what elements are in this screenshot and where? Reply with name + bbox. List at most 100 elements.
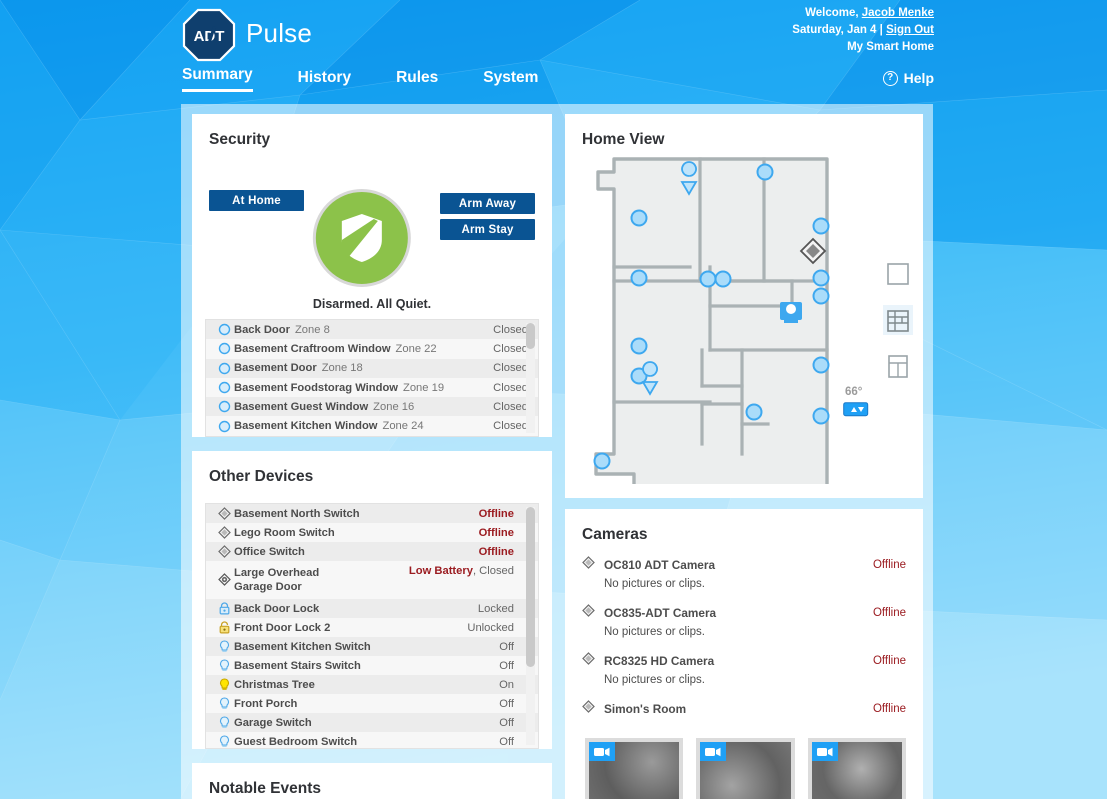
camera-header: Simon's Room Offline — [582, 700, 906, 718]
brand: ADT Pulse — [182, 8, 312, 62]
device-row[interactable]: Front Door Lock 2Unlocked› — [206, 618, 538, 637]
my-smart-home-link[interactable]: My Smart Home — [847, 41, 934, 53]
device-name: Front Door Lock 2 — [234, 621, 331, 634]
security-panel: Security At Home Arm Away Arm Stay Disar… — [192, 114, 552, 437]
device-name: Basement North Switch — [234, 507, 360, 520]
zone-row[interactable]: Back Door Zone 8 Closed — [206, 320, 538, 340]
bulb-off-icon — [214, 716, 234, 729]
device-row[interactable]: Front PorchOff› — [206, 694, 538, 713]
nav-tab-system[interactable]: System — [483, 69, 538, 92]
video-camera-icon — [700, 742, 727, 761]
device-row[interactable]: Basement North Switch Offline — [206, 504, 538, 523]
device-name: Christmas Tree — [234, 678, 315, 691]
cameras-list: OC810 ADT Camera Offline No pictures or cl… — [565, 544, 923, 718]
zone-state: Closed — [493, 362, 528, 375]
camera-item[interactable]: OC810 ADT Camera Offline No pictures or cl… — [582, 556, 906, 590]
device-row[interactable]: Large Overhead Garage Door Low Battery, C… — [206, 561, 538, 599]
bulb-on-icon — [214, 678, 234, 691]
zone-row[interactable]: Basement Craftroom Window Zone 22 Closed — [206, 339, 538, 359]
floor-plan[interactable] — [582, 154, 872, 484]
zone-number: Zone 8 — [294, 323, 330, 336]
zone-state: Closed — [493, 420, 528, 433]
device-row[interactable]: Office Switch Offline — [206, 542, 538, 561]
camera-thumbnails — [565, 732, 923, 799]
low-battery-warning: Low Battery — [408, 565, 473, 577]
device-state: Off — [499, 659, 514, 672]
welcome-prefix: Welcome, — [805, 7, 859, 19]
device-name: Lego Room Switch — [234, 526, 335, 539]
bulb-off-icon — [214, 640, 234, 653]
shield-icon[interactable] — [312, 189, 411, 287]
device-row[interactable]: Lego Room Switch Offline — [206, 523, 538, 542]
camera-item[interactable]: OC835-ADT Camera Offline No pictures or cl… — [582, 604, 906, 638]
device-state: Unlocked — [467, 621, 514, 634]
video-camera-icon — [811, 742, 838, 761]
help-icon: ? — [882, 70, 898, 86]
security-zone-list: Back Door Zone 8 Closed Basement Craftroom … — [205, 319, 539, 437]
camera-name: OC810 ADT Camera — [604, 558, 716, 572]
cameras-title: Cameras — [582, 526, 648, 543]
camera-status: Offline — [872, 559, 906, 571]
device-list-scrollbar[interactable] — [526, 507, 535, 745]
user-name-link[interactable]: Jacob Menke — [862, 7, 934, 19]
camera-thumbnail[interactable] — [696, 738, 795, 799]
svg-text:ADT: ADT — [194, 28, 225, 45]
garage-door-icon — [214, 573, 234, 586]
nav-tab-summary[interactable]: Summary — [182, 66, 253, 92]
circle-sensor-icon — [214, 420, 234, 433]
zone-name: Basement Foodstorag Window — [234, 381, 398, 394]
floor-button-main-floor[interactable] — [883, 305, 913, 335]
other-devices-panel: Other Devices Basement North Switch Offli… — [192, 451, 552, 749]
separator: | — [879, 24, 883, 36]
zone-row[interactable]: Basement Kitchen Window Zone 24 Closed — [206, 416, 538, 436]
sign-out-link[interactable]: Sign Out — [886, 24, 934, 36]
zone-row[interactable]: Basement Guest Window Zone 16 Closed — [206, 397, 538, 417]
device-name: Basement Kitchen Switch — [234, 640, 371, 653]
zone-rows[interactable]: Back Door Zone 8 Closed Basement Craftroom … — [206, 320, 538, 436]
thermostat-badge-icon[interactable] — [843, 402, 869, 422]
arm-stay-button[interactable]: Arm Stay — [440, 219, 535, 240]
device-row[interactable]: Back Door LockLocked› — [206, 599, 538, 618]
device-row[interactable]: Basement Stairs SwitchOff› — [206, 656, 538, 675]
zone-number: Zone 16 — [373, 400, 415, 413]
welcome-block: Welcome, Jacob Menke Saturday, Jan 4 | S… — [792, 5, 934, 39]
circle-sensor-icon — [214, 400, 234, 413]
help-link[interactable]: ? Help — [882, 70, 934, 86]
floor-button-attic[interactable] — [883, 259, 913, 289]
device-state: Offline — [478, 545, 514, 558]
video-camera-icon — [589, 742, 615, 761]
left-column: Security At Home Arm Away Arm Stay Disar… — [192, 114, 552, 799]
zone-name: Basement Craftroom Window — [234, 342, 391, 355]
diamond-icon — [214, 545, 234, 558]
device-rows[interactable]: Basement North Switch Offline Lego Room Sw… — [206, 504, 538, 748]
camera-item[interactable]: Simon's Room Offline — [582, 700, 906, 718]
device-row[interactable]: Garage SwitchOff› — [206, 713, 538, 732]
nav-tab-history[interactable]: History — [298, 69, 351, 92]
current-date: Saturday, Jan 4 — [792, 24, 877, 36]
device-state: Offline — [478, 507, 514, 520]
zone-row[interactable]: Basement Door Zone 18 Closed — [206, 358, 538, 378]
other-devices-title: Other Devices — [209, 468, 314, 485]
nav-tab-rules[interactable]: Rules — [396, 69, 438, 92]
floor-selector — [883, 259, 913, 397]
device-state: Off — [499, 697, 514, 710]
arm-away-button[interactable]: Arm Away — [440, 193, 535, 214]
camera-item[interactable]: RC8325 HD Camera Offline No pictures or cl… — [582, 652, 906, 686]
circle-sensor-icon — [214, 362, 234, 375]
camera-device-icon — [582, 604, 604, 622]
device-row[interactable]: Guest Bedroom SwitchOff› — [206, 732, 538, 748]
camera-thumbnail[interactable] — [807, 738, 906, 799]
security-status-text: Disarmed. All Quiet. — [312, 297, 432, 311]
camera-thumbnail[interactable] — [585, 738, 684, 799]
zone-name: Basement Kitchen Window — [234, 420, 378, 433]
zone-row[interactable]: Basement Foodstorag Window Zone 19 Closed — [206, 377, 538, 398]
device-row[interactable]: Basement Kitchen SwitchOff› — [206, 637, 538, 656]
zone-list-scrollbar[interactable] — [526, 323, 535, 433]
at-home-button[interactable]: At Home — [209, 190, 304, 211]
device-name: Office Switch — [234, 545, 305, 558]
notable-events-panel: Notable Events — [192, 763, 552, 799]
zone-state: Closed — [493, 400, 528, 413]
floor-button-basement[interactable] — [883, 351, 913, 381]
device-row[interactable]: Christmas TreeOn› — [206, 675, 538, 694]
zone-state: Closed — [493, 323, 528, 336]
